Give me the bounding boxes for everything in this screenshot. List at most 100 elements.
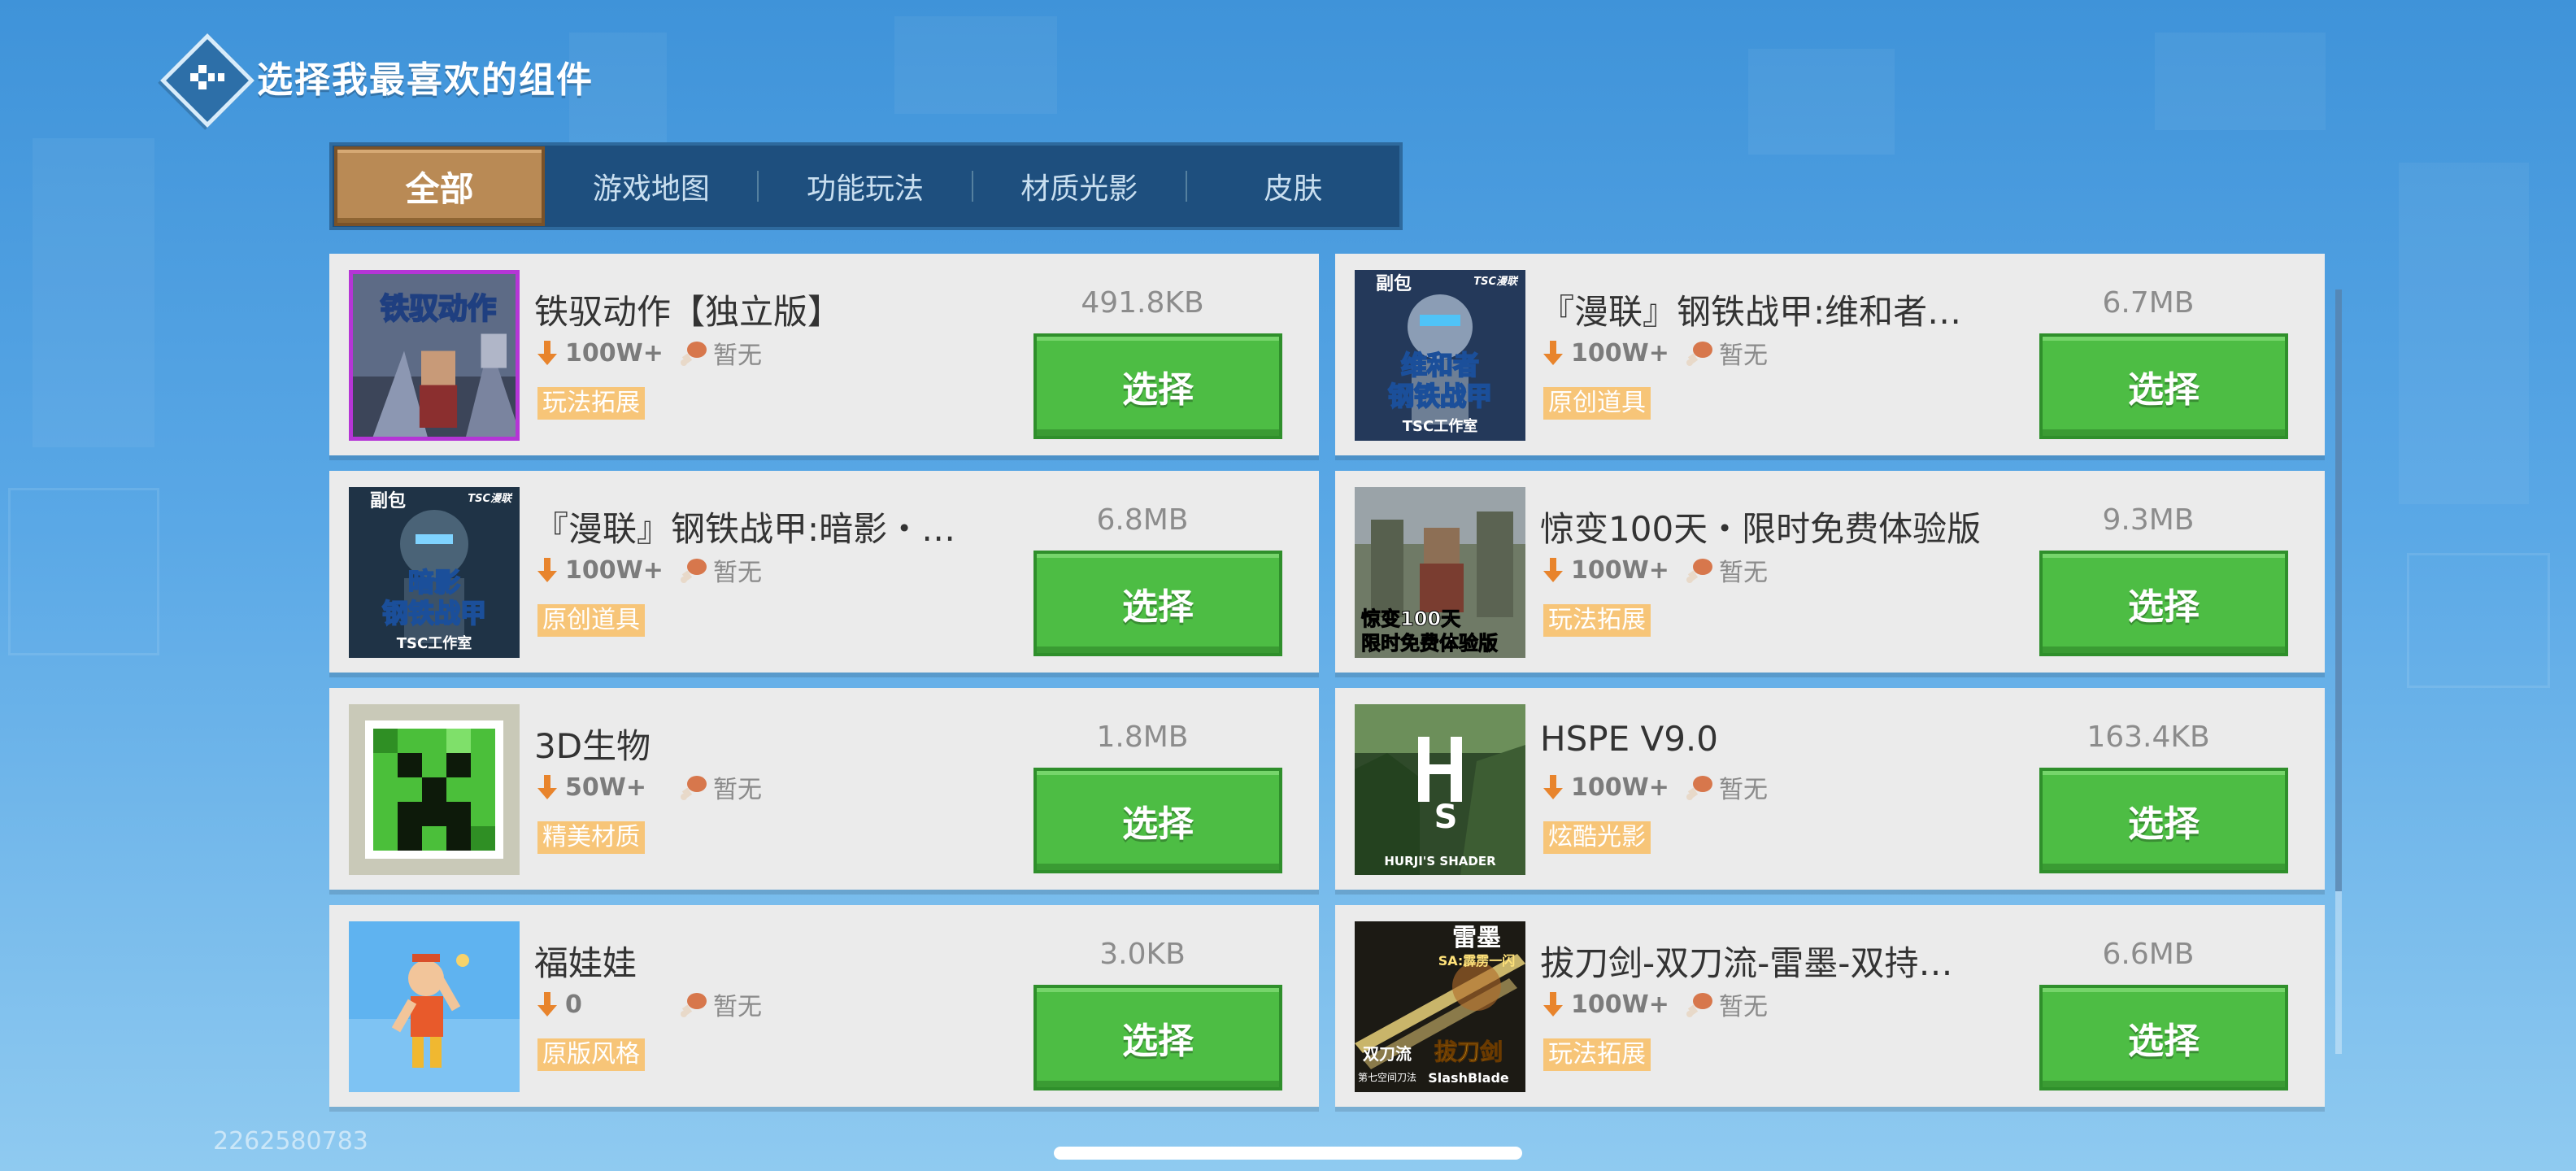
component-card[interactable]: S HURJI'S SHADER HSPE V9.0 100W+ 暂无 炫酷光影… bbox=[1335, 688, 2325, 890]
component-card[interactable]: 雷墨 SA:霹雳一闪 双刀流 拔刀剑 第七空间刀法 SlashBlade 拔刀剑… bbox=[1335, 905, 2325, 1107]
background-block bbox=[894, 16, 1057, 114]
back-button[interactable] bbox=[160, 33, 255, 128]
component-title: 铁驭动作【独立版】 bbox=[534, 292, 842, 332]
thumbnail-image: 副包 TSC漫联 暗影 钢铁战甲 TSC工作室 bbox=[349, 487, 520, 658]
tab-textures-shaders[interactable]: 材质光影 bbox=[973, 146, 1186, 227]
component-title: 『漫联』钢铁战甲:暗影・… bbox=[534, 509, 956, 549]
component-thumbnail: 雷墨 SA:霹雳一闪 双刀流 拔刀剑 第七空间刀法 SlashBlade bbox=[1355, 921, 1525, 1092]
file-size: 1.8MB bbox=[1096, 720, 1189, 754]
category-tag: 玩法拓展 bbox=[1543, 1038, 1651, 1071]
thumbnail-label: 钢铁战甲 bbox=[382, 598, 486, 629]
thumbnail-label: 铁驭动作 bbox=[381, 293, 497, 326]
component-thumbnail: 铁驭动作 bbox=[349, 270, 520, 441]
tab-skins[interactable]: 皮肤 bbox=[1187, 146, 1399, 227]
rating-text: 暂无 bbox=[1719, 776, 1768, 804]
component-meta: 50W+ 暂无 bbox=[536, 771, 762, 804]
rating-text: 暂无 bbox=[1719, 559, 1768, 587]
page-title: 选择我最喜欢的组件 bbox=[257, 59, 594, 101]
category-tag: 原版风格 bbox=[537, 1038, 645, 1071]
download-count: 100W+ bbox=[1571, 555, 1669, 585]
file-size: 6.7MB bbox=[2102, 286, 2195, 320]
component-card[interactable]: 铁驭动作 铁驭动作【独立版】 100W+ 暂无 玩法拓展 491.8KB 选择 bbox=[329, 254, 1319, 455]
component-card[interactable]: 副包 TSC漫联 维和者 钢铁战甲 TSC工作室 『漫联』钢铁战甲:维和者… 1… bbox=[1335, 254, 2325, 455]
thumbnail-label: 限时免费体验版 bbox=[1361, 632, 1498, 655]
select-button[interactable]: 选择 bbox=[1033, 768, 1282, 873]
rating-text: 暂无 bbox=[713, 776, 762, 804]
download-icon bbox=[537, 992, 557, 1016]
component-meta: 100W+ 暂无 bbox=[1542, 771, 1768, 804]
thumbnail-image: 副包 TSC漫联 维和者 钢铁战甲 TSC工作室 bbox=[1355, 270, 1525, 441]
user-id-watermark: 2262580783 bbox=[213, 1127, 368, 1156]
scrollbar-thumb[interactable] bbox=[2335, 289, 2342, 891]
drumstick-icon bbox=[1686, 993, 1712, 1017]
rating-text: 暂无 bbox=[713, 993, 762, 1021]
thumbnail-label: 雷墨 bbox=[1452, 924, 1501, 952]
component-card[interactable]: 福娃娃 0 暂无 原版风格 3.0KB 选择 bbox=[329, 905, 1319, 1107]
download-count: 50W+ bbox=[565, 773, 646, 802]
thumbnail-label: TSC漫联 bbox=[1473, 275, 1519, 288]
rating-text: 暂无 bbox=[1719, 342, 1768, 370]
component-meta: 0 暂无 bbox=[536, 988, 762, 1021]
file-size: 6.8MB bbox=[1096, 503, 1189, 537]
thumbnail-label: 维和者 bbox=[1401, 350, 1479, 381]
component-title: 拔刀剑-双刀流-雷墨-双持… bbox=[1540, 943, 1953, 983]
background-block bbox=[33, 138, 154, 447]
component-card[interactable]: 副包 TSC漫联 暗影 钢铁战甲 TSC工作室 『漫联』钢铁战甲:暗影・… 10… bbox=[329, 471, 1319, 673]
download-count: 100W+ bbox=[565, 338, 664, 368]
background-block bbox=[2399, 163, 2529, 504]
home-indicator[interactable] bbox=[1054, 1147, 1522, 1160]
component-meta: 100W+ 暂无 bbox=[536, 554, 762, 587]
thumbnail-logo: S bbox=[1434, 799, 1458, 836]
component-meta: 100W+ 暂无 bbox=[1542, 554, 1768, 587]
thumbnail-image bbox=[349, 921, 520, 1092]
thumbnail-label: SlashBlade bbox=[1428, 1070, 1509, 1086]
thumbnail-label: TSC漫联 bbox=[468, 492, 513, 505]
drumstick-icon bbox=[1686, 559, 1712, 583]
download-icon bbox=[537, 775, 557, 799]
thumbnail-label: 双刀流 bbox=[1363, 1044, 1412, 1064]
thumbnail-label: HURJI'S SHADER bbox=[1384, 854, 1496, 868]
select-button[interactable]: 选择 bbox=[2039, 551, 2288, 656]
thumbnail-label: SA:霹雳一闪 bbox=[1438, 953, 1516, 969]
component-card[interactable]: 3D生物 50W+ 暂无 精美材质 1.8MB 选择 bbox=[329, 688, 1319, 890]
tab-gameplay[interactable]: 功能玩法 bbox=[759, 146, 971, 227]
download-icon bbox=[537, 558, 557, 582]
component-title: 3D生物 bbox=[534, 726, 651, 766]
component-thumbnail: 副包 TSC漫联 维和者 钢铁战甲 TSC工作室 bbox=[1355, 270, 1525, 441]
category-tag: 炫酷光影 bbox=[1543, 821, 1651, 854]
thumbnail-label: 拔刀剑 bbox=[1434, 1038, 1503, 1065]
select-button[interactable]: 选择 bbox=[2039, 768, 2288, 873]
thumbnail-image: S HURJI'S SHADER bbox=[1355, 704, 1525, 875]
category-tag: 原创道具 bbox=[1543, 387, 1651, 420]
thumbnail-image: 雷墨 SA:霹雳一闪 双刀流 拔刀剑 第七空间刀法 SlashBlade bbox=[1355, 921, 1525, 1092]
tab-game-maps[interactable]: 游戏地图 bbox=[545, 146, 757, 227]
select-button[interactable]: 选择 bbox=[1033, 985, 1282, 1090]
download-icon bbox=[1543, 558, 1563, 582]
download-count: 100W+ bbox=[1571, 990, 1669, 1019]
select-button[interactable]: 选择 bbox=[1033, 333, 1282, 439]
select-button[interactable]: 选择 bbox=[2039, 985, 2288, 1090]
category-tag: 玩法拓展 bbox=[537, 387, 645, 420]
component-title: HSPE V9.0 bbox=[1540, 719, 1718, 759]
download-count: 100W+ bbox=[1571, 338, 1669, 368]
download-count: 100W+ bbox=[1571, 773, 1669, 802]
rating-text: 暂无 bbox=[713, 342, 762, 370]
drumstick-icon bbox=[1686, 776, 1712, 800]
download-count: 0 bbox=[565, 990, 582, 1019]
rating-text: 暂无 bbox=[713, 559, 762, 587]
thumbnail-label: 钢铁战甲 bbox=[1388, 381, 1492, 411]
select-button[interactable]: 选择 bbox=[1033, 551, 1282, 656]
background-outline bbox=[8, 488, 159, 655]
component-thumbnail: 惊变100天 限时免费体验版 bbox=[1355, 487, 1525, 658]
drumstick-icon bbox=[681, 559, 707, 583]
file-size: 163.4KB bbox=[2086, 720, 2210, 754]
category-tag: 玩法拓展 bbox=[1543, 604, 1651, 637]
component-card[interactable]: 惊变100天 限时免费体验版 惊变100天・限时免费体验版 100W+ 暂无 玩… bbox=[1335, 471, 2325, 673]
tab-all[interactable]: 全部 bbox=[334, 146, 546, 226]
thumbnail-image: 铁驭动作 bbox=[353, 274, 516, 437]
select-button[interactable]: 选择 bbox=[2039, 333, 2288, 439]
category-tag: 精美材质 bbox=[537, 821, 645, 854]
drumstick-icon bbox=[1686, 342, 1712, 366]
thumbnail-label: TSC工作室 bbox=[397, 634, 472, 652]
background-block bbox=[1748, 49, 1895, 155]
